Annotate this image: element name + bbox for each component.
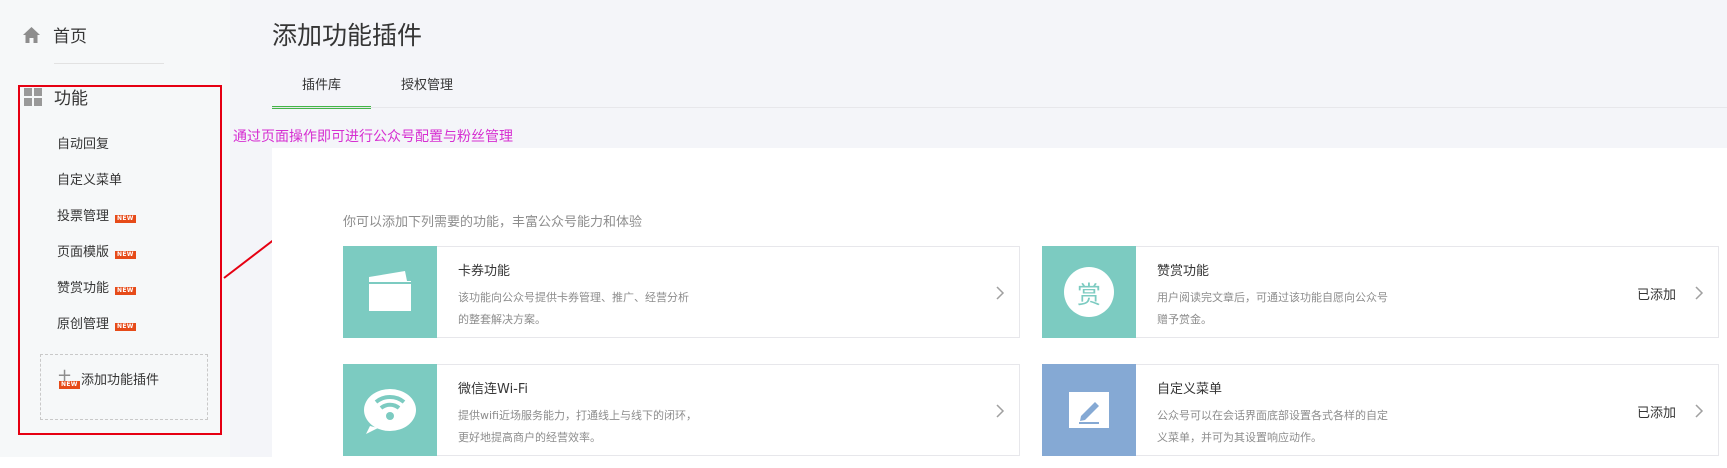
card-title: 自定义菜单: [1157, 382, 1223, 397]
tab-divider: [272, 107, 1727, 108]
intro-text: 你可以添加下列需要的功能，丰富公众号能力和体验: [343, 215, 643, 230]
tab-bar: 插件库 授权管理: [272, 64, 483, 109]
card-status: 已添加: [1636, 288, 1676, 303]
card-thumb: 赏: [1042, 246, 1136, 338]
chevron-right-icon: [1695, 404, 1704, 418]
card-status: 已添加: [1636, 406, 1676, 421]
card-icon: [369, 271, 411, 311]
chevron-right-icon: [996, 286, 1005, 300]
card-thumb: [343, 246, 437, 338]
chevron-right-icon: [996, 404, 1005, 418]
card-description: 用户阅读完文章后，可通过该功能自愿向公众号赠予赏金。: [1157, 291, 1388, 326]
card-thumb: [1042, 364, 1136, 456]
card-description: 提供wifi近场服务能力，打通线上与线下的闭环，更好地提高商户的经营效率。: [458, 409, 697, 444]
tab-plugin-library[interactable]: 插件库: [272, 64, 372, 109]
tab-authorization[interactable]: 授权管理: [371, 64, 483, 108]
reward-icon: 赏: [1064, 267, 1114, 317]
plugin-card-reward[interactable]: 赏 赞赏功能 用户阅读完文章后，可通过该功能自愿向公众号赠予赏金。 已添加: [1042, 246, 1719, 338]
card-description: 公众号可以在会话界面底部设置各式各样的自定义菜单，并可为其设置响应动作。: [1157, 409, 1388, 444]
wifi-icon: [364, 389, 416, 434]
card-thumb: [343, 364, 437, 456]
page-title: 添加功能插件: [272, 21, 423, 50]
plugin-card-wifi[interactable]: 微信连Wi-Fi 提供wifi近场服务能力，打通线上与线下的闭环，更好地提高商户…: [343, 364, 1020, 456]
card-title: 卡券功能: [458, 264, 511, 279]
card-title: 赞赏功能: [1157, 264, 1210, 279]
annotation-text: 通过页面操作即可进行公众号配置与粉丝管理: [233, 129, 513, 145]
card-description: 该功能向公众号提供卡券管理、推广、经营分析的整套解决方案。: [458, 291, 689, 326]
card-title: 微信连Wi-Fi: [458, 382, 529, 397]
edit-icon: [1069, 392, 1109, 428]
plugin-card-custom-menu[interactable]: 自定义菜单 公众号可以在会话界面底部设置各式各样的自定义菜单，并可为其设置响应动…: [1042, 364, 1719, 456]
chevron-right-icon: [1695, 286, 1704, 300]
plugin-card-coupon[interactable]: 卡券功能 该功能向公众号提供卡券管理、推广、经营分析的整套解决方案。: [343, 246, 1020, 338]
